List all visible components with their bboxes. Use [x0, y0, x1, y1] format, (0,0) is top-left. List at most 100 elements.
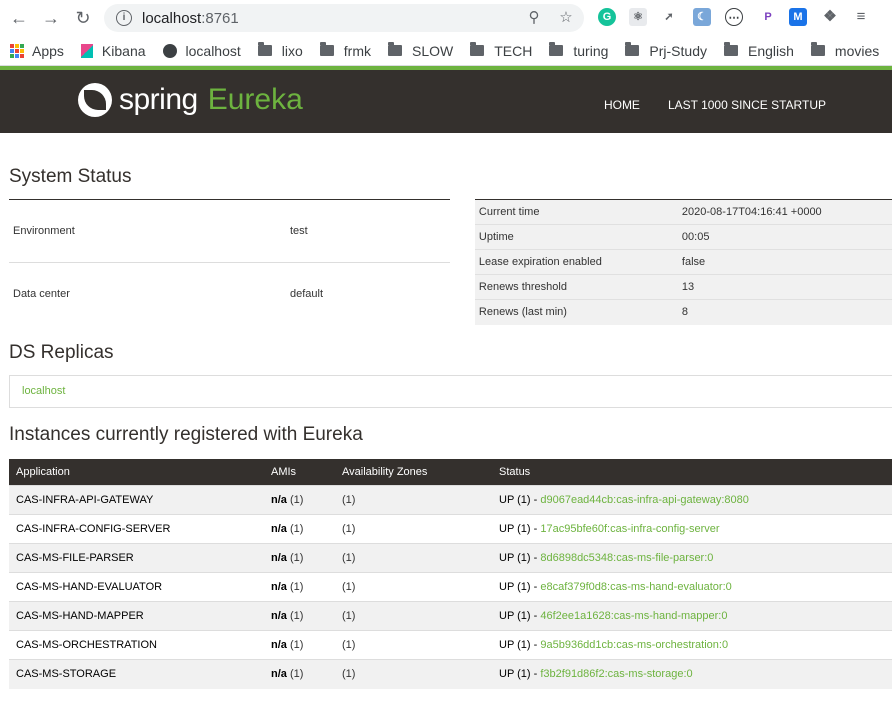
site-info-icon[interactable]: i	[116, 10, 132, 26]
top-nav: HOME LAST 1000 SINCE STARTUP	[604, 98, 826, 112]
instance-link[interactable]: d9067ead44cb:cas-infra-api-gateway:8080	[540, 494, 749, 506]
ami-cell: n/a (1)	[264, 514, 335, 544]
status-cell: UP (1) - f3b2f91d86f2:cas-ms-storage:0	[492, 659, 892, 689]
folder-icon	[549, 42, 564, 56]
app-name: CAS-MS-HAND-MAPPER	[16, 610, 144, 622]
col-status: Status	[492, 458, 892, 486]
app-name: CAS-INFRA-API-GATEWAY	[16, 494, 154, 506]
status-cell: UP (1) - 9a5b936dd1cb:cas-ms-orchestrati…	[492, 630, 892, 660]
status-cell: UP (1) - d9067ead44cb:cas-infra-api-gate…	[492, 485, 892, 515]
forward-arrow-icon[interactable]: →	[38, 5, 64, 31]
ds-replicas-title: DS Replicas	[9, 341, 114, 363]
bookmark-folder-movies[interactable]: movies	[810, 42, 879, 59]
app-name-cell: CAS-MS-HAND-MAPPER	[9, 601, 264, 631]
ami-cell: n/a (1)	[264, 543, 335, 573]
folder-icon	[257, 42, 272, 56]
app-name: CAS-MS-FILE-PARSER	[16, 552, 134, 564]
bookmark-folder-frmk[interactable]: frmk	[319, 42, 371, 59]
col-application: Application	[9, 458, 264, 486]
app-name: CAS-INFRA-CONFIG-SERVER	[16, 523, 171, 535]
instance-link[interactable]: f3b2f91d86f2:cas-ms-storage:0	[540, 668, 692, 680]
folder-icon	[625, 42, 640, 56]
back-arrow-icon[interactable]: ←	[6, 5, 32, 31]
p-extension-icon[interactable]: P	[759, 8, 777, 26]
app-name: CAS-MS-HAND-EVALUATOR	[16, 581, 163, 593]
ami-cell: n/a (1)	[264, 630, 335, 660]
status-text: UP (1) -	[499, 610, 541, 622]
app-name-cell: CAS-MS-STORAGE	[9, 659, 264, 689]
nav-home-link[interactable]: HOME	[604, 98, 640, 112]
ami-cell: n/a (1)	[264, 572, 335, 602]
bookmark-folder-lixo[interactable]: lixo	[257, 42, 303, 59]
app-name: CAS-MS-ORCHESTRATION	[16, 639, 157, 651]
system-status-tables: Environment test Data center default Curre…	[9, 199, 892, 325]
col-amis: AMIs	[264, 458, 335, 486]
bookmark-kibana[interactable]: Kibana	[80, 43, 146, 59]
col-availability-zones: Availability Zones	[335, 458, 492, 486]
instance-link[interactable]: 9a5b936dd1cb:cas-ms-orchestration:0	[540, 639, 728, 651]
instance-link[interactable]: 8d6898dc5348:cas-ms-file-parser:0	[540, 552, 713, 564]
table-row: Current time 2020-08-17T04:16:41 +0000	[474, 199, 892, 225]
extensions-puzzle-icon[interactable]: ❖	[821, 8, 839, 26]
ami-value: n/a	[271, 668, 287, 681]
pointer-extension-icon[interactable]: ➚	[660, 8, 678, 26]
zones-cell: (1)	[335, 630, 492, 660]
ami-value: n/a	[271, 523, 287, 535]
bookmark-apps[interactable]: Apps	[10, 43, 64, 59]
ds-replicas-list: localhost	[9, 374, 892, 408]
table-header-row: Application AMIs Availability Zones Stat…	[9, 458, 892, 486]
url-text: localhost:8761	[142, 9, 239, 27]
table-row: CAS-MS-HAND-MAPPER n/a (1) (1) UP (1) - 46f…	[9, 601, 892, 631]
bookmark-folder-turing[interactable]: turing	[549, 42, 608, 59]
environment-table: Environment test Data center default	[9, 199, 450, 325]
grammarly-extension-icon[interactable]: G	[598, 8, 616, 26]
spring-eureka-logo[interactable]: spring Eureka	[78, 83, 303, 117]
ami-count: (1)	[289, 494, 304, 506]
table-row: CAS-MS-ORCHESTRATION n/a (1) (1) UP (1) - 9…	[9, 630, 892, 660]
bookmark-localhost[interactable]: localhost	[162, 43, 241, 59]
ami-value: n/a	[271, 610, 287, 622]
ami-value: n/a	[271, 494, 287, 506]
table-row: Renews threshold 13	[474, 274, 892, 300]
ami-count: (1)	[289, 639, 304, 651]
zones-cell: (1)	[335, 485, 492, 515]
moon-extension-icon[interactable]: ☾	[693, 8, 711, 26]
instance-link[interactable]: 17ac95bfe60f:cas-infra-config-server	[540, 523, 719, 535]
zoom-icon[interactable]: ⚲	[526, 10, 542, 26]
status-cell: UP (1) - 46f2ee1a1628:cas-ms-hand-mapper…	[492, 601, 892, 631]
m-extension-icon[interactable]: M	[789, 8, 807, 26]
table-row: Data center default	[9, 261, 450, 325]
folder-icon	[319, 42, 334, 56]
instance-link[interactable]: 46f2ee1a1628:cas-ms-hand-mapper:0	[540, 610, 727, 622]
reading-list-icon[interactable]: ≡	[852, 8, 870, 26]
zones-cell: (1)	[335, 572, 492, 602]
app-name-cell: CAS-MS-FILE-PARSER	[9, 543, 264, 573]
bookmark-star-icon[interactable]: ☆	[558, 10, 574, 26]
ami-cell: n/a (1)	[264, 485, 335, 515]
bookmark-folder-prj-study[interactable]: Prj-Study	[625, 42, 707, 59]
ami-count: (1)	[289, 581, 304, 593]
reload-icon[interactable]: ↻	[70, 5, 96, 31]
bookmark-folder-slow[interactable]: SLOW	[388, 42, 453, 59]
ami-value: n/a	[271, 581, 287, 593]
table-row: Environment test	[9, 199, 450, 262]
ami-count: (1)	[289, 610, 304, 622]
nav-last-1000-link[interactable]: LAST 1000 SINCE STARTUP	[668, 98, 826, 112]
instances-table: Application AMIs Availability Zones Stat…	[9, 458, 892, 689]
status-text: UP (1) -	[499, 552, 541, 564]
zones-cell: (1)	[335, 514, 492, 544]
zones-cell: (1)	[335, 601, 492, 631]
folder-icon	[388, 42, 403, 56]
instance-link[interactable]: e8caf379f0d8:cas-ms-hand-evaluator:0	[540, 581, 731, 593]
runtime-status-table: Current time 2020-08-17T04:16:41 +0000 Up…	[474, 199, 892, 325]
bookmark-folder-tech[interactable]: TECH	[470, 42, 532, 59]
address-bar[interactable]: i localhost:8761 ⚲ ☆	[104, 4, 584, 32]
bookmark-folder-english[interactable]: English	[723, 42, 794, 59]
code-extension-icon[interactable]: ⋯	[725, 8, 743, 26]
folder-icon	[723, 42, 738, 56]
zones-cell: (1)	[335, 543, 492, 573]
app-name-cell: CAS-MS-HAND-EVALUATOR	[9, 572, 264, 602]
instances-title: Instances currently registered with Eure…	[9, 423, 363, 445]
replica-link[interactable]: localhost	[22, 385, 65, 397]
react-extension-icon[interactable]: ⚛	[629, 8, 647, 26]
